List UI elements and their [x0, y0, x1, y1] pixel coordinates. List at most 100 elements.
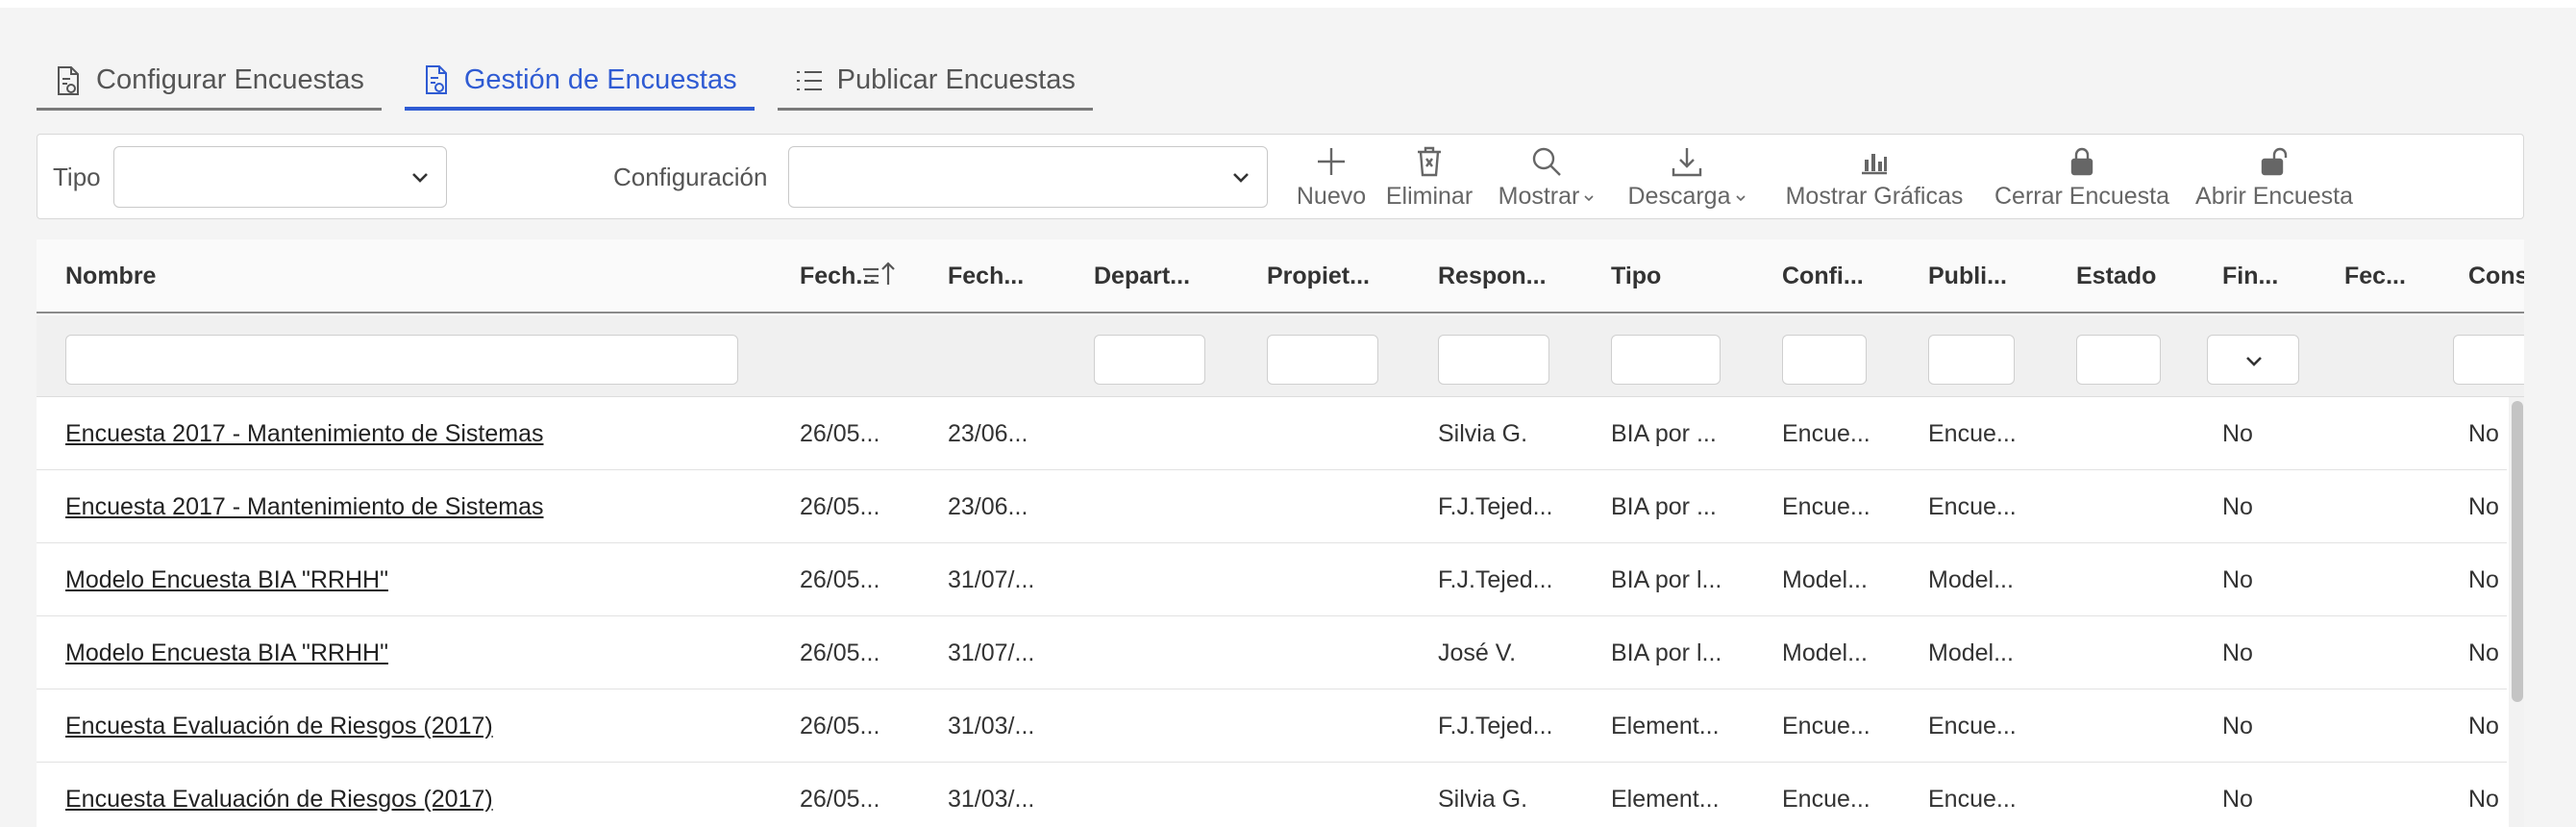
- cell-finalizada: No: [2222, 713, 2253, 739]
- header-fecha-3[interactable]: Fec...: [2344, 263, 2406, 290]
- survey-name-link[interactable]: Encuesta 2017 - Mantenimiento de Sistema…: [65, 420, 544, 448]
- cell-finalizada: No: [2222, 566, 2253, 593]
- cell-fecha-2: 31/07/...: [948, 566, 1035, 593]
- cell-responsable: José V.: [1438, 639, 1517, 666]
- cell-configuracion: Model...: [1782, 639, 1868, 666]
- table-row[interactable]: Modelo Encuesta BIA "RRHH" 26/05... 31/07/…: [37, 543, 2507, 616]
- header-estado[interactable]: Estado: [2076, 263, 2156, 290]
- cell-configuracion: Encue...: [1782, 420, 1870, 447]
- header-configuracion[interactable]: Confi...: [1782, 263, 1864, 290]
- header-responsable[interactable]: Respon...: [1438, 263, 1547, 290]
- trash-icon: [1415, 140, 1444, 183]
- filter-publicacion-input[interactable]: [1928, 335, 2015, 385]
- filter-row: [37, 315, 2524, 397]
- filter-cons-input[interactable]: [2453, 335, 2524, 385]
- table-row[interactable]: Encuesta 2017 - Mantenimiento de Sistema…: [37, 397, 2507, 470]
- cell-publicacion: Encue...: [1928, 493, 2017, 520]
- tipo-label: Tipo: [53, 163, 101, 191]
- survey-name-link[interactable]: Encuesta Evaluación de Riesgos (2017): [65, 713, 493, 740]
- top-strip: [0, 0, 2576, 8]
- filter-finalizada-select[interactable]: [2207, 335, 2299, 385]
- cell-fecha-2: 31/03/...: [948, 786, 1035, 813]
- header-nombre[interactable]: Nombre: [65, 263, 156, 290]
- cell-configuracion: Encue...: [1782, 713, 1870, 739]
- cell-finalizada: No: [2222, 639, 2253, 666]
- bar-chart-icon: [1859, 140, 1890, 183]
- cell-fecha-1: 26/05...: [800, 420, 880, 447]
- cell-publicacion: Encue...: [1928, 420, 2017, 447]
- header-departamento[interactable]: Depart...: [1094, 263, 1190, 290]
- cell-configuracion: Encue...: [1782, 786, 1870, 813]
- surveys-grid: Nombre Fech... Fech... Depart... Propiet…: [37, 239, 2524, 827]
- cell-publicacion: Model...: [1928, 566, 2014, 593]
- filter-estado-input[interactable]: [2076, 335, 2161, 385]
- descarga-button[interactable]: Descarga: [1623, 140, 1750, 215]
- cell-finalizada: No: [2222, 420, 2253, 447]
- grid-header: Nombre Fech... Fech... Depart... Propiet…: [37, 239, 2524, 313]
- chevron-down-icon: [2246, 357, 2262, 366]
- header-propietario[interactable]: Propiet...: [1267, 263, 1370, 290]
- header-fecha-2[interactable]: Fech...: [948, 263, 1024, 290]
- cell-fecha-1: 26/05...: [800, 786, 880, 813]
- plus-icon: [1315, 140, 1348, 183]
- cell-configuracion: Encue...: [1782, 493, 1870, 520]
- survey-name-link[interactable]: Encuesta 2017 - Mantenimiento de Sistema…: [65, 493, 544, 521]
- cell-fecha-2: 31/07/...: [948, 639, 1035, 666]
- cell-cons: No: [2468, 566, 2499, 593]
- chevron-down-icon: [1584, 195, 1594, 202]
- survey-name-link[interactable]: Modelo Encuesta BIA "RRHH": [65, 639, 388, 667]
- cell-responsable: F.J.Tejed...: [1438, 493, 1553, 520]
- cell-cons: No: [2468, 493, 2499, 520]
- table-row[interactable]: Modelo Encuesta BIA "RRHH" 26/05... 31/07/…: [37, 616, 2507, 689]
- survey-name-link[interactable]: Encuesta Evaluación de Riesgos (2017): [65, 786, 493, 814]
- download-icon: [1671, 140, 1703, 183]
- mostrar-graficas-button[interactable]: Mostrar Gráficas: [1776, 140, 1972, 215]
- header-tipo[interactable]: Tipo: [1611, 263, 1661, 290]
- cell-cons: No: [2468, 786, 2499, 813]
- sort-ascending-icon: [863, 262, 895, 285]
- header-finalizada[interactable]: Fin...: [2222, 263, 2278, 290]
- filter-responsable-input[interactable]: [1438, 335, 1549, 385]
- search-icon: [1530, 140, 1563, 183]
- cell-responsable: F.J.Tejed...: [1438, 566, 1553, 593]
- table-row[interactable]: Encuesta Evaluación de Riesgos (2017) 26/…: [37, 689, 2507, 763]
- survey-name-link[interactable]: Modelo Encuesta BIA "RRHH": [65, 566, 388, 594]
- nuevo-button[interactable]: Nuevo: [1293, 140, 1370, 215]
- cell-fecha-2: 23/06...: [948, 493, 1028, 520]
- cell-publicacion: Encue...: [1928, 713, 2017, 739]
- cell-configuracion: Model...: [1782, 566, 1868, 593]
- table-row[interactable]: Encuesta 2017 - Mantenimiento de Sistema…: [37, 470, 2507, 543]
- filter-configuracion-input[interactable]: [1782, 335, 1867, 385]
- filter-tipo-input[interactable]: [1611, 335, 1721, 385]
- configuracion-select[interactable]: [788, 146, 1268, 208]
- table-row[interactable]: Encuesta Evaluación de Riesgos (2017) 26/…: [37, 763, 2507, 827]
- filter-propietario-input[interactable]: [1267, 335, 1378, 385]
- cell-fecha-1: 26/05...: [800, 713, 880, 739]
- cell-responsable: F.J.Tejed...: [1438, 713, 1553, 739]
- lock-icon: [2068, 140, 2095, 183]
- configuracion-label: Configuración: [613, 163, 768, 191]
- abrir-encuesta-button[interactable]: Abrir Encuesta: [2189, 140, 2360, 215]
- header-fecha-1[interactable]: Fech...: [800, 262, 895, 290]
- cell-tipo: BIA por l...: [1611, 639, 1722, 666]
- tab-configurar-encuestas[interactable]: Configurar Encuestas: [37, 53, 382, 111]
- mostrar-button[interactable]: Mostrar: [1491, 140, 1602, 215]
- tipo-select[interactable]: [113, 146, 447, 208]
- cerrar-encuesta-button[interactable]: Cerrar Encuesta: [1987, 140, 2177, 215]
- filter-departamento-input[interactable]: [1094, 335, 1205, 385]
- filter-nombre-input[interactable]: [65, 335, 738, 385]
- cell-responsable: Silvia G.: [1438, 420, 1528, 447]
- cell-tipo: BIA por ...: [1611, 493, 1717, 520]
- cell-finalizada: No: [2222, 493, 2253, 520]
- tab-label: Gestión de Encuestas: [463, 63, 737, 95]
- eliminar-button[interactable]: Eliminar: [1381, 140, 1477, 215]
- tab-publicar-encuestas[interactable]: Publicar Encuestas: [777, 53, 1093, 111]
- tab-gestion-de-encuestas[interactable]: Gestión de Encuestas: [404, 53, 755, 111]
- document-gear-icon: [422, 63, 451, 96]
- chevron-down-icon: [412, 173, 428, 183]
- header-publicacion[interactable]: Publi...: [1928, 263, 2007, 290]
- header-cons[interactable]: Cons: [2468, 263, 2524, 290]
- tab-label: Configurar Encuestas: [96, 64, 364, 95]
- scrollbar-thumb[interactable]: [2512, 401, 2523, 702]
- cell-cons: No: [2468, 639, 2499, 666]
